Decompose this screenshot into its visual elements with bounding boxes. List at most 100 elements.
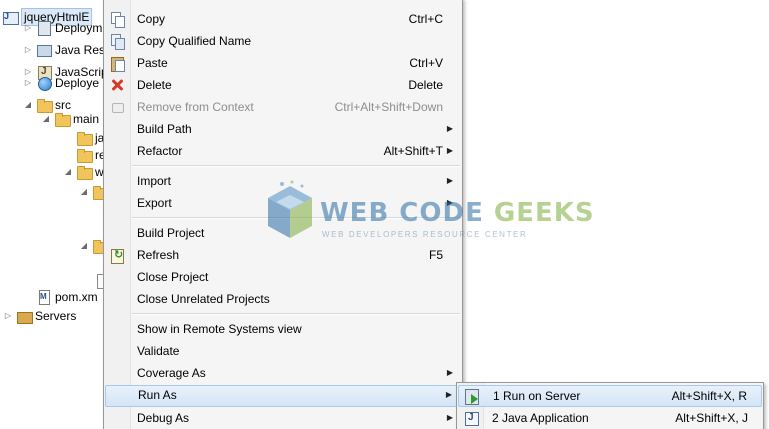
menu-item-shortcut: F5	[428, 248, 443, 262]
submenu-arrow-icon: ▶	[446, 413, 453, 422]
context-menu: Copy Ctrl+C Copy Qualified Name Paste Ct…	[103, 0, 463, 429]
tree-row-webapp[interactable]: ◢ w	[62, 161, 104, 183]
menu-item-delete[interactable]: Delete Delete	[105, 74, 461, 96]
submenu-item-java-application[interactable]: 2 Java Application Alt+Shift+X, J	[458, 407, 762, 429]
submenu-arrow-icon: ▶	[446, 146, 453, 155]
submenu-item-shortcut: Alt+Shift+X, R	[671, 389, 747, 403]
submenu-arrow-icon: ▶	[445, 390, 452, 399]
run-as-submenu: 1 Run on Server Alt+Shift+X, R 2 Java Ap…	[456, 382, 764, 429]
deployed-resources-icon	[36, 75, 52, 91]
eclipse-workspace: jqueryHtmlE ▷ Deploym ▷ Java Res ▷ JavaS…	[0, 0, 769, 429]
menu-item-label: Refresh	[137, 248, 180, 262]
menu-item-remove-from-context: Remove from Context Ctrl+Alt+Shift+Down	[105, 96, 461, 118]
menu-item-copy-qualified-name[interactable]: Copy Qualified Name	[105, 30, 461, 52]
menu-item-label: Paste	[137, 56, 168, 70]
collapse-arrow-icon[interactable]: ◢	[40, 113, 52, 125]
collapse-arrow-icon[interactable]: ◢	[78, 186, 90, 198]
paste-icon	[109, 55, 125, 72]
expand-arrow-icon[interactable]: ▷	[22, 44, 34, 56]
menu-item-build-path[interactable]: Build Path ▶	[105, 118, 461, 140]
menu-item-copy[interactable]: Copy Ctrl+C	[105, 8, 461, 30]
tree-row-java-resources[interactable]: ▷ Java Res	[22, 39, 105, 61]
menu-separator	[132, 217, 460, 219]
project-explorer-tree: jqueryHtmlE ▷ Deploym ▷ Java Res ▷ JavaS…	[0, 0, 110, 429]
run-on-server-icon	[464, 388, 480, 405]
tree-row-label: Deploye	[55, 76, 100, 90]
servers-folder-icon	[16, 308, 33, 324]
menu-item-label: Validate	[137, 344, 180, 358]
watermark-title-part2: GEEKS	[493, 198, 595, 228]
menu-item-label: Export	[137, 196, 172, 210]
copy-qualified-name-icon	[109, 33, 125, 50]
java-resources-icon	[36, 42, 52, 58]
expand-arrow-icon[interactable]: ▷	[22, 77, 34, 89]
folder-icon	[76, 164, 93, 180]
tree-row-servers[interactable]: ▷ Servers	[2, 305, 76, 327]
menu-item-debug-as[interactable]: Debug As ▶	[105, 407, 461, 429]
menu-item-label: Remove from Context	[137, 100, 254, 114]
tree-row-label: Servers	[35, 309, 77, 323]
expand-placeholder	[62, 149, 74, 161]
menu-item-label: Build Project	[137, 226, 205, 240]
menu-item-label: Delete	[137, 78, 172, 92]
folder-icon	[54, 111, 71, 127]
menu-item-label: Copy Qualified Name	[137, 34, 252, 48]
menu-item-close-unrelated-projects[interactable]: Close Unrelated Projects	[105, 288, 461, 310]
submenu-item-label: 2 Java Application	[492, 411, 589, 425]
menu-item-paste[interactable]: Paste Ctrl+V	[105, 52, 461, 74]
submenu-arrow-icon: ▶	[446, 198, 453, 207]
menu-item-refactor[interactable]: Refactor Alt+Shift+T ▶	[105, 140, 461, 162]
menu-item-shortcut: Ctrl+V	[409, 56, 443, 70]
menu-item-shortcut: Alt+Shift+T	[383, 144, 443, 158]
expand-placeholder	[62, 132, 74, 144]
tree-row-label: Deploym	[55, 21, 103, 35]
menu-item-import[interactable]: Import ▶	[105, 170, 461, 192]
remove-context-icon	[109, 99, 125, 115]
submenu-arrow-icon: ▶	[446, 176, 453, 185]
menu-separator	[132, 313, 460, 315]
submenu-item-run-on-server[interactable]: 1 Run on Server Alt+Shift+X, R	[458, 385, 762, 407]
collapse-arrow-icon[interactable]: ◢	[78, 240, 90, 252]
menu-item-label: Debug As	[137, 411, 190, 425]
deployment-descriptor-icon	[36, 20, 52, 36]
menu-item-label: Copy	[137, 12, 166, 26]
menu-item-refresh[interactable]: Refresh F5	[105, 244, 461, 266]
menu-item-label: Import	[137, 174, 172, 188]
expand-arrow-icon[interactable]: ▷	[2, 310, 14, 322]
menu-item-run-as[interactable]: Run As ▶	[105, 385, 461, 407]
menu-item-shortcut: Ctrl+C	[408, 12, 443, 26]
submenu-item-label: 1 Run on Server	[493, 389, 581, 403]
expand-arrow-icon[interactable]: ▷	[22, 22, 34, 34]
collapse-arrow-icon[interactable]: ◢	[22, 99, 34, 111]
menu-item-shortcut: Delete	[408, 78, 443, 92]
menu-item-label: Build Path	[137, 122, 192, 136]
collapse-arrow-icon[interactable]: ◢	[62, 166, 74, 178]
submenu-arrow-icon: ▶	[446, 368, 453, 377]
menu-separator	[132, 165, 460, 167]
submenu-item-shortcut: Alt+Shift+X, J	[675, 411, 748, 425]
maven-pom-icon	[36, 289, 52, 305]
menu-item-label: Run As	[138, 388, 177, 402]
expand-placeholder	[22, 291, 34, 303]
tree-row-deployment-descriptor[interactable]: ▷ Deploym	[22, 17, 102, 39]
submenu-arrow-icon: ▶	[446, 124, 453, 133]
menu-item-export[interactable]: Export ▶	[105, 192, 461, 214]
menu-item-shortcut: Ctrl+Alt+Shift+Down	[334, 100, 443, 114]
menu-item-label: Close Project	[137, 270, 209, 284]
menu-item-label: Refactor	[137, 144, 183, 158]
delete-icon	[109, 77, 125, 93]
tree-row-label: Java Res	[55, 43, 106, 57]
menu-item-label: Close Unrelated Projects	[137, 292, 270, 306]
java-application-icon	[463, 410, 479, 426]
java-project-icon	[2, 8, 19, 25]
menu-item-show-in-remote-systems[interactable]: Show in Remote Systems view	[105, 318, 461, 340]
refresh-icon	[109, 247, 125, 264]
copy-icon	[109, 11, 125, 28]
menu-item-coverage-as[interactable]: Coverage As ▶	[105, 362, 461, 384]
menu-item-label: Show in Remote Systems view	[137, 322, 302, 336]
menu-item-validate[interactable]: Validate	[105, 340, 461, 362]
menu-item-close-project[interactable]: Close Project	[105, 266, 461, 288]
tree-row-deployed-resources[interactable]: ▷ Deploye	[22, 72, 99, 94]
menu-item-build-project[interactable]: Build Project	[105, 222, 461, 244]
menu-item-label: Coverage As	[137, 366, 206, 380]
